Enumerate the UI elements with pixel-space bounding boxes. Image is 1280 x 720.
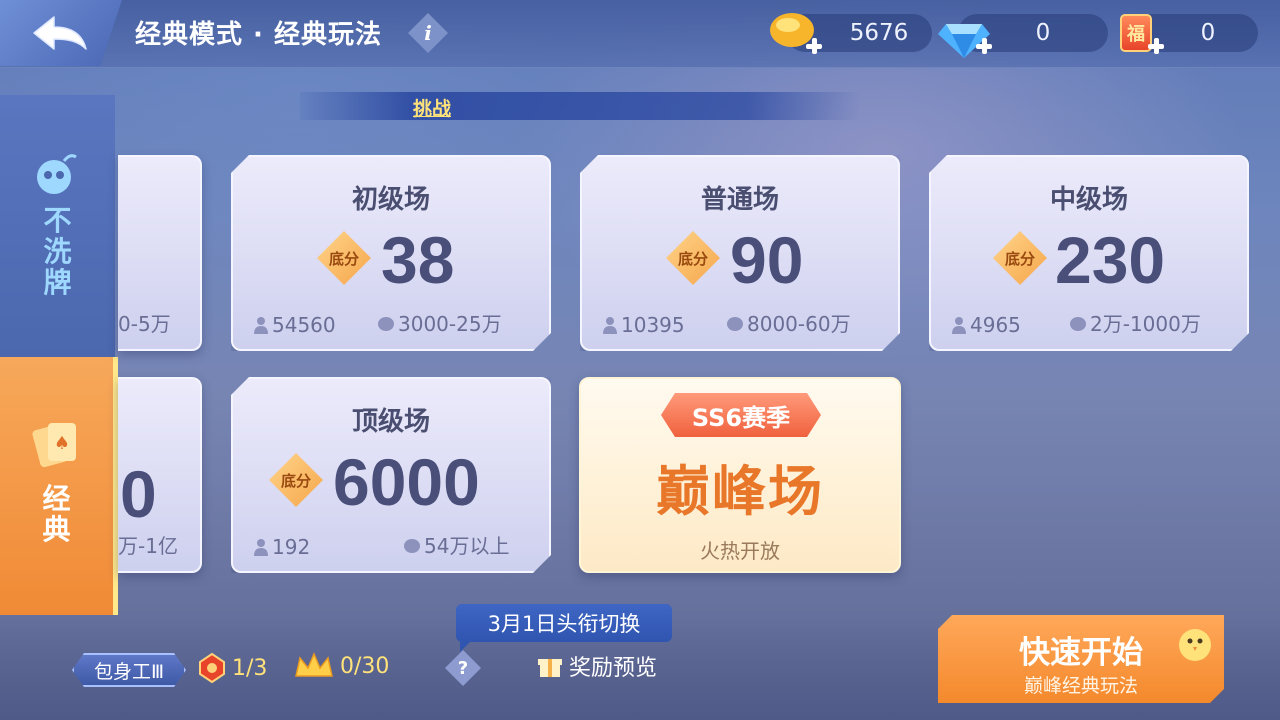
crown-icon xyxy=(295,652,333,677)
tab-classic[interactable]: ♠ 经 典 xyxy=(0,357,118,615)
room-name: 初级场 xyxy=(351,185,430,215)
person-icon xyxy=(253,316,269,334)
room-card-middle[interactable]: 中级场 底分 230 4965 2万-1000万 xyxy=(929,155,1249,351)
tab-classic-label: 经 典 xyxy=(42,482,71,546)
player-count: 54560 xyxy=(253,313,336,337)
season-tag: SS6赛季 xyxy=(661,393,821,437)
room-card-beginner[interactable]: 初级场 底分 38 54560 3000-25万 xyxy=(231,155,551,351)
playing-cards-icon: ♠ xyxy=(32,423,76,468)
quick-start-sub: 巅峰经典玩法 xyxy=(1023,675,1138,697)
quick-start-button[interactable]: 快速开始 巅峰经典玩法 xyxy=(938,615,1224,703)
partial-bean-range: 万-1亿 xyxy=(118,534,178,558)
room-card-peak[interactable]: SS6赛季 巅峰场 火热开放 xyxy=(579,377,901,573)
base-score-badge: 底分 xyxy=(666,231,720,285)
rank-progress[interactable]: 1/3 xyxy=(198,652,267,684)
bean-icon xyxy=(726,314,744,332)
room-card-normal[interactable]: 普通场 底分 90 10395 8000-60万 xyxy=(580,155,900,351)
fu-value: 0 xyxy=(1200,20,1216,46)
svg-text:♠: ♠ xyxy=(54,433,70,454)
peak-title: 巅峰场 xyxy=(656,460,824,523)
reward-preview-link[interactable]: 奖励预览 xyxy=(537,650,657,682)
player-count: 192 xyxy=(253,535,310,559)
add-fu-icon[interactable] xyxy=(1148,38,1164,54)
crown-progress[interactable]: 0/30 xyxy=(294,652,389,680)
fu-card-label: 福 xyxy=(1127,24,1145,45)
base-score-value: 90 xyxy=(730,223,804,297)
base-score-badge: 底分 xyxy=(993,231,1047,285)
challenge-banner xyxy=(300,92,860,120)
info-icon[interactable]: i xyxy=(408,13,448,53)
mode-tabs: 不 洗 牌 ♠ 经 典 xyxy=(0,95,120,615)
room-name: 普通场 xyxy=(700,185,779,215)
quick-start-label: 快速开始 xyxy=(1019,635,1143,671)
peak-subtitle: 火热开放 xyxy=(700,539,780,563)
add-diamond-icon[interactable] xyxy=(976,38,992,54)
top-bar: 经典模式 · 经典玩法 i 5676 0 0 福 xyxy=(0,0,1280,68)
base-score-value: 230 xyxy=(1055,223,1166,297)
person-icon xyxy=(253,538,269,556)
rank-title-badge[interactable]: 包身工Ⅲ xyxy=(72,653,186,687)
title-switch-tip: 3月1日头衔切换 xyxy=(456,604,672,652)
base-score-badge: 底分 xyxy=(317,231,371,285)
player-count: 10395 xyxy=(602,313,685,337)
bean-icon xyxy=(377,314,395,332)
room-card-top[interactable]: 顶级场 底分 6000 192 54万以上 xyxy=(231,377,551,573)
base-score-value: 6000 xyxy=(333,445,480,519)
tab-no-shuffle-label: 不 洗 牌 xyxy=(43,204,72,299)
partial-base-value: 0 xyxy=(120,457,157,531)
gift-icon xyxy=(538,659,562,677)
room-name: 顶级场 xyxy=(351,407,430,437)
person-icon xyxy=(602,316,618,334)
add-gold-bean-icon[interactable] xyxy=(806,38,822,54)
base-score-badge: 底分 xyxy=(269,453,323,507)
back-arrow-icon xyxy=(33,16,87,50)
bean-icon xyxy=(1069,314,1087,332)
partial-bean-range: 0-5万 xyxy=(118,312,171,336)
diamond-icon[interactable] xyxy=(936,10,992,62)
bean-range: 3000-25万 xyxy=(377,308,502,337)
bean-range: 2万-1000万 xyxy=(1069,308,1201,337)
base-score-value: 38 xyxy=(381,223,455,297)
bomb-icon xyxy=(37,154,77,194)
partial-room-card[interactable]: 0-5万 xyxy=(118,155,202,351)
bean-icon xyxy=(403,536,421,554)
tab-no-shuffle[interactable]: 不 洗 牌 xyxy=(0,95,115,357)
page-title: 经典模式 · 经典玩法 xyxy=(135,20,382,50)
player-count: 4965 xyxy=(951,313,1021,337)
room-name: 中级场 xyxy=(1049,185,1128,215)
bean-range: 54万以上 xyxy=(403,530,509,559)
diamond-value: 0 xyxy=(1035,20,1051,46)
person-icon xyxy=(951,316,967,334)
challenge-link[interactable]: 挑战 xyxy=(413,94,451,121)
back-button[interactable] xyxy=(0,0,122,66)
rank-medal-icon xyxy=(199,652,225,684)
bean-range: 8000-60万 xyxy=(726,308,851,337)
gold-bean-value: 5676 xyxy=(849,20,909,46)
partial-room-card[interactable]: 0 万-1亿 xyxy=(118,377,202,573)
